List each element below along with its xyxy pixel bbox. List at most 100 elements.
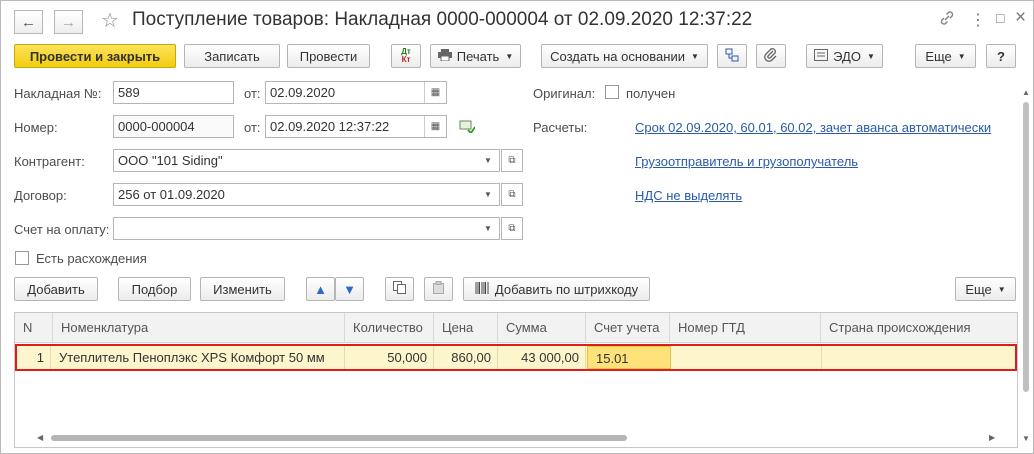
copy-button[interactable] (385, 277, 414, 301)
dtkt-button[interactable]: Дт Кт (391, 44, 421, 68)
arrow-left-icon: ← (21, 13, 36, 31)
cell-quantity[interactable]: 50,000 (345, 346, 434, 369)
calendar-icon[interactable]: ▦ (424, 116, 446, 137)
invoice-no-label: Накладная №: (14, 86, 102, 101)
invoice-no-input[interactable]: 589 (113, 81, 234, 104)
document-window: ← → ☆ Поступление товаров: Накладная 000… (0, 0, 1034, 454)
move-up-button[interactable]: ▲ (306, 277, 335, 301)
scroll-right-icon[interactable]: ▶ (989, 433, 995, 442)
settlements-link[interactable]: Срок 02.09.2020, 60.01, 60.02, зачет ава… (635, 120, 991, 135)
paperclip-icon (764, 47, 778, 65)
structure-icon (725, 48, 739, 65)
horizontal-scrollbar[interactable]: ◀ ▶ (37, 433, 997, 442)
vertical-scroll-thumb[interactable] (1023, 102, 1029, 392)
chevron-down-icon[interactable]: ▼ (477, 150, 499, 171)
contract-label: Договор: (14, 188, 67, 203)
invoice-no-value: 589 (118, 85, 140, 100)
received-label: получен (626, 86, 676, 101)
cell-price[interactable]: 860,00 (434, 346, 498, 369)
save-button[interactable]: Записать (184, 44, 280, 68)
back-button[interactable]: ← (14, 10, 43, 34)
scroll-down-icon[interactable]: ▼ (1022, 434, 1030, 443)
pick-button[interactable]: Подбор (118, 277, 191, 301)
cell-country[interactable] (822, 346, 1015, 369)
column-header-country[interactable]: Страна происхождения (821, 313, 1017, 343)
chevron-down-icon[interactable]: ▼ (477, 184, 499, 205)
close-icon[interactable]: × (1015, 7, 1026, 29)
arrow-up-icon: ▲ (314, 281, 327, 297)
table-row[interactable]: 1 Утеплитель Пеноплэкс XPS Комфорт 50 мм… (15, 344, 1017, 371)
more-button[interactable]: Еще ▼ (915, 44, 976, 68)
number-label: Номер: (14, 120, 58, 135)
comment-icon[interactable] (459, 119, 476, 136)
contract-value: 256 от 01.09.2020 (118, 187, 225, 202)
help-button[interactable]: ? (986, 44, 1016, 68)
chevron-down-icon: ▼ (505, 51, 514, 61)
change-button[interactable]: Изменить (200, 277, 285, 301)
settlements-label: Расчеты: (533, 120, 588, 135)
forward-button[interactable]: → (54, 10, 83, 34)
title-bar: ← → ☆ Поступление товаров: Накладная 000… (1, 1, 1033, 41)
contract-open-button[interactable]: ⧉ (501, 183, 523, 206)
column-header-item[interactable]: Номенклатура (53, 313, 345, 343)
print-button[interactable]: Печать ▼ (430, 44, 521, 68)
cell-item[interactable]: Утеплитель Пеноплэкс XPS Комфорт 50 мм (51, 346, 345, 369)
open-window-icon: ⧉ (508, 155, 516, 166)
link-icon[interactable] (939, 10, 955, 30)
post-and-close-button[interactable]: Провести и закрыть (14, 44, 176, 68)
vertical-scrollbar[interactable]: ▲ ▼ (1021, 86, 1031, 446)
contract-input[interactable]: 256 от 01.09.2020 ▼ (113, 183, 500, 206)
number-date-value: 02.09.2020 12:37:22 (270, 119, 390, 134)
paste-button[interactable] (424, 277, 453, 301)
cell-account[interactable]: 15.01 (587, 346, 671, 369)
discrepancies-checkbox[interactable] (15, 251, 29, 265)
invoice-date-value: 02.09.2020 (270, 85, 336, 100)
page-title: Поступление товаров: Накладная 0000-0000… (132, 9, 753, 30)
add-by-barcode-button[interactable]: Добавить по штрихкоду (463, 277, 650, 301)
invoice-date-label: от: (244, 86, 261, 101)
barcode-icon (475, 281, 489, 297)
scroll-up-icon[interactable]: ▲ (1022, 88, 1030, 97)
column-header-n[interactable]: N (15, 313, 53, 343)
column-header-price[interactable]: Цена (434, 313, 498, 343)
column-header-gtd[interactable]: Номер ГТД (670, 313, 821, 343)
printer-icon (437, 48, 452, 64)
star-icon[interactable]: ☆ (101, 8, 119, 33)
cell-sum[interactable]: 43 000,00 (498, 346, 586, 369)
payment-account-open-button[interactable]: ⧉ (501, 217, 523, 240)
attach-button[interactable] (756, 44, 786, 68)
edo-button[interactable]: ЭДО ▼ (806, 44, 883, 68)
counterparty-open-button[interactable]: ⧉ (501, 149, 523, 172)
number-input[interactable]: 0000-000004 (113, 115, 234, 138)
menu-icon[interactable]: ⋮ (970, 10, 986, 30)
arrow-down-icon: ▼ (343, 281, 356, 297)
chevron-down-icon: ▼ (957, 51, 966, 61)
structure-button[interactable] (717, 44, 747, 68)
column-header-sum[interactable]: Сумма (498, 313, 586, 343)
number-value: 0000-000004 (118, 119, 195, 134)
create-based-on-button[interactable]: Создать на основании ▼ (541, 44, 708, 68)
add-button[interactable]: Добавить (14, 277, 98, 301)
chevron-down-icon[interactable]: ▼ (477, 218, 499, 239)
number-date-label: от: (244, 120, 261, 135)
cell-gtd[interactable] (671, 346, 822, 369)
table-more-button[interactable]: Еще ▼ (955, 277, 1016, 301)
post-button[interactable]: Провести (287, 44, 370, 68)
horizontal-scroll-thumb[interactable] (51, 435, 627, 441)
maximize-icon[interactable]: □ (996, 10, 1004, 26)
counterparty-input[interactable]: ООО "101 Siding" ▼ (113, 149, 500, 172)
payment-account-input[interactable]: ▼ (113, 217, 500, 240)
number-date-input[interactable]: 02.09.2020 12:37:22 ▦ (265, 115, 447, 138)
move-down-button[interactable]: ▼ (335, 277, 364, 301)
copy-icon (393, 281, 406, 297)
column-header-account[interactable]: Счет учета (586, 313, 670, 343)
received-checkbox[interactable] (605, 85, 619, 99)
edo-icon (814, 48, 829, 64)
vat-link[interactable]: НДС не выделять (635, 188, 742, 203)
kt-icon: Кт (401, 55, 411, 64)
scroll-left-icon[interactable]: ◀ (37, 433, 43, 442)
calendar-icon[interactable]: ▦ (424, 82, 446, 103)
invoice-date-input[interactable]: 02.09.2020 ▦ (265, 81, 447, 104)
column-header-quantity[interactable]: Количество (345, 313, 434, 343)
shipper-consignee-link[interactable]: Грузоотправитель и грузополучатель (635, 154, 858, 169)
